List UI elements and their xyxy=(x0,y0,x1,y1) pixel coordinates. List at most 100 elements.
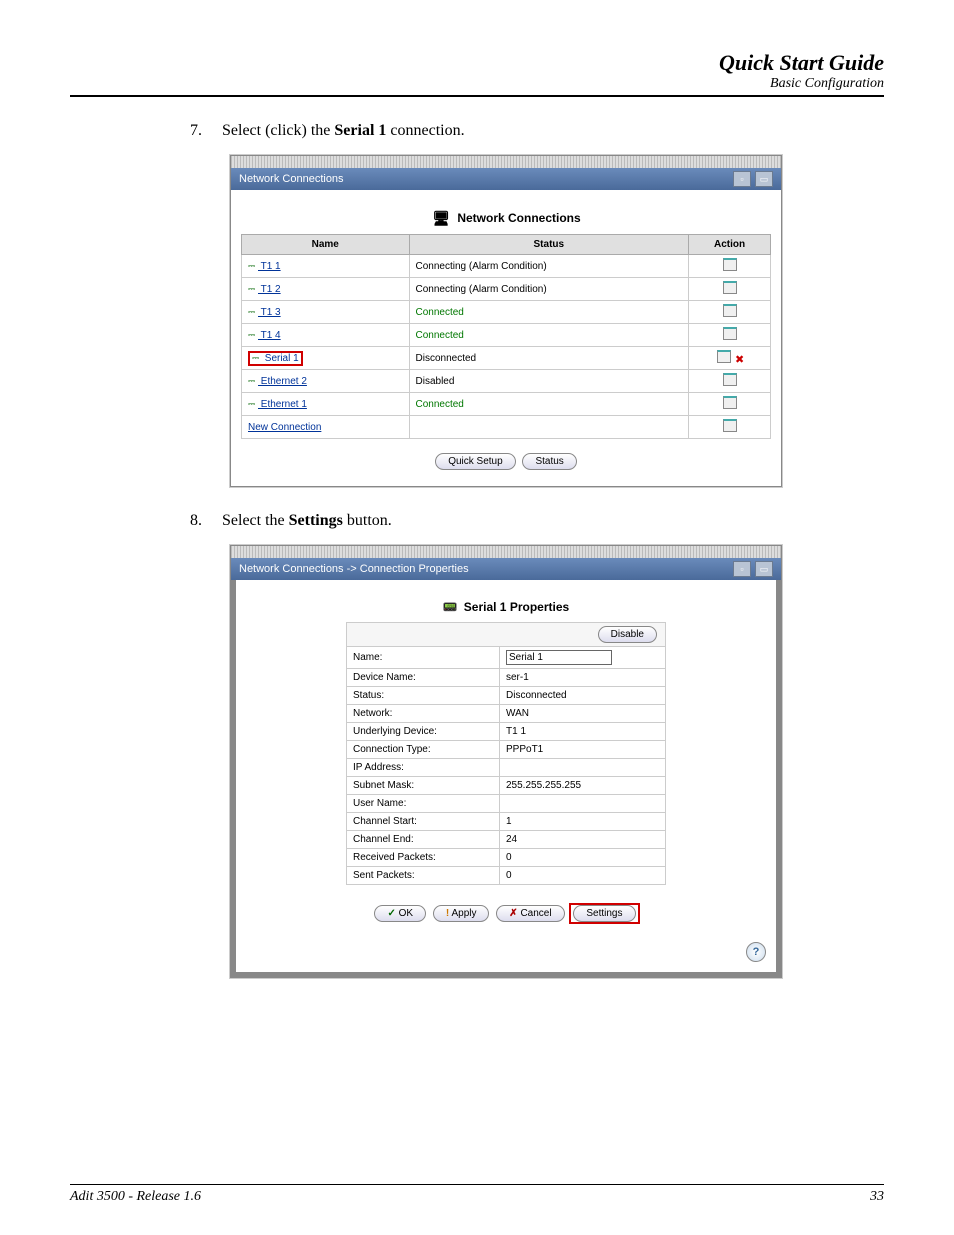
property-label: Connection Type: xyxy=(347,741,500,759)
connection-link[interactable]: ⎓ T1 1 xyxy=(248,261,281,272)
property-label: IP Address: xyxy=(347,759,500,777)
property-value: 24 xyxy=(500,831,666,849)
step-7-text-pre: Select (click) the xyxy=(222,122,334,139)
col-action: Action xyxy=(689,235,771,255)
connection-link[interactable]: ⎓ T1 4 xyxy=(248,330,281,341)
panel-heading: Network Connections xyxy=(241,200,771,234)
property-value: Disconnected xyxy=(500,687,666,705)
step-7-number: 7. xyxy=(190,122,218,140)
property-label: Channel End: xyxy=(347,831,500,849)
col-status: Status xyxy=(409,235,689,255)
status-button[interactable]: Status xyxy=(522,453,576,470)
header-subtitle: Basic Configuration xyxy=(70,76,884,92)
cable-icon: ⎓ xyxy=(248,284,258,295)
help-button[interactable]: ? xyxy=(746,942,766,962)
panel-heading: 📟 Serial 1 Properties xyxy=(246,590,766,622)
titlebar-button-2[interactable]: ▭ xyxy=(755,171,773,187)
connection-actions xyxy=(689,278,771,301)
connection-status: Disconnected xyxy=(409,347,689,370)
property-label: Status: xyxy=(347,687,500,705)
window-title: Network Connections xyxy=(239,173,344,185)
check-icon: ✓ xyxy=(387,908,395,919)
property-value xyxy=(500,759,666,777)
apply-button[interactable]: ! Apply xyxy=(433,905,490,922)
serial-icon: 📟 xyxy=(443,600,458,614)
connection-link[interactable]: ⎓ Ethernet 2 xyxy=(248,376,307,387)
connection-link[interactable]: ⎓ Serial 1 xyxy=(248,353,303,364)
new-printer-icon xyxy=(723,419,737,432)
screenshot-network-connections: Network Connections ▫ ▭ Network Connecti… xyxy=(230,155,782,487)
step-8-number: 8. xyxy=(190,512,218,530)
cancel-button[interactable]: ✗ Cancel xyxy=(496,905,564,922)
property-value: 0 xyxy=(500,867,666,885)
cancel-icon: ✗ xyxy=(509,908,517,919)
screenshot-connection-properties: Network Connections -> Connection Proper… xyxy=(230,545,782,978)
ok-button[interactable]: ✓ OK xyxy=(374,905,426,922)
connection-status: Connecting (Alarm Condition) xyxy=(409,255,689,278)
property-label: Underlying Device: xyxy=(347,723,500,741)
window-grip xyxy=(231,546,781,558)
step-8-text-post: button. xyxy=(343,512,392,529)
titlebar-button-2[interactable]: ▭ xyxy=(755,561,773,577)
property-label: Sent Packets: xyxy=(347,867,500,885)
network-icon xyxy=(431,210,451,226)
window-titlebar: Network Connections -> Connection Proper… xyxy=(231,558,781,580)
quick-setup-button[interactable]: Quick Setup xyxy=(435,453,515,470)
property-value: PPPoT1 xyxy=(500,741,666,759)
cable-icon: ⎓ xyxy=(248,399,258,410)
cable-icon: ⎓ xyxy=(252,353,262,364)
action-icon[interactable] xyxy=(717,350,731,363)
new-connection-action[interactable] xyxy=(689,416,771,439)
window-title: Network Connections -> Connection Proper… xyxy=(239,563,469,575)
properties-table: Disable Name:Device Name:ser-1Status:Dis… xyxy=(346,622,666,885)
page-header: Quick Start Guide Basic Configuration xyxy=(70,50,884,97)
settings-button[interactable]: Settings xyxy=(573,905,635,922)
footer-product: Adit 3500 - Release 1.6 xyxy=(70,1189,201,1205)
connection-status: Connected xyxy=(409,301,689,324)
property-label: Name: xyxy=(347,647,500,669)
property-value xyxy=(500,795,666,813)
name-input[interactable] xyxy=(506,650,612,665)
page-footer: Adit 3500 - Release 1.6 33 xyxy=(70,1184,884,1205)
property-value: WAN xyxy=(500,705,666,723)
connection-status: Disabled xyxy=(409,370,689,393)
settings-button-highlight: Settings xyxy=(569,903,639,924)
cable-icon: ⎓ xyxy=(248,261,258,272)
step-8-text-bold: Settings xyxy=(289,512,343,529)
property-value: T1 1 xyxy=(500,723,666,741)
property-value: ser-1 xyxy=(500,669,666,687)
connection-actions xyxy=(689,324,771,347)
action-icon[interactable] xyxy=(723,373,737,386)
connection-link[interactable]: ⎓ T1 3 xyxy=(248,307,281,318)
property-label: Device Name: xyxy=(347,669,500,687)
connections-table: Name Status Action ⎓ T1 1Connecting (Ala… xyxy=(241,234,771,439)
property-value: 255.255.255.255 xyxy=(500,777,666,795)
action-icon[interactable] xyxy=(723,327,737,340)
action-icon[interactable] xyxy=(723,304,737,317)
connection-status: Connected xyxy=(409,324,689,347)
step-7-text-bold: Serial 1 xyxy=(334,122,386,139)
property-label: Received Packets: xyxy=(347,849,500,867)
header-title: Quick Start Guide xyxy=(70,50,884,76)
connection-actions xyxy=(689,255,771,278)
step-7: 7. Select (click) the Serial 1 connectio… xyxy=(190,122,844,140)
connection-actions xyxy=(689,301,771,324)
footer-page-number: 33 xyxy=(870,1189,884,1205)
new-connection-link[interactable]: New Connection xyxy=(242,416,410,439)
delete-icon[interactable]: ✖ xyxy=(735,353,744,366)
connection-link[interactable]: ⎓ Ethernet 1 xyxy=(248,399,307,410)
property-value: 1 xyxy=(500,813,666,831)
window-titlebar: Network Connections ▫ ▭ xyxy=(231,168,781,190)
connection-link[interactable]: ⎓ T1 2 xyxy=(248,284,281,295)
disable-button[interactable]: Disable xyxy=(598,626,657,643)
property-label: Channel Start: xyxy=(347,813,500,831)
property-label: Subnet Mask: xyxy=(347,777,500,795)
property-label: Network: xyxy=(347,705,500,723)
action-icon[interactable] xyxy=(723,281,737,294)
action-icon[interactable] xyxy=(723,396,737,409)
action-icon[interactable] xyxy=(723,258,737,271)
titlebar-button-1[interactable]: ▫ xyxy=(733,171,751,187)
step-8: 8. Select the Settings button. xyxy=(190,512,844,530)
cable-icon: ⎓ xyxy=(248,330,258,341)
titlebar-button-1[interactable]: ▫ xyxy=(733,561,751,577)
